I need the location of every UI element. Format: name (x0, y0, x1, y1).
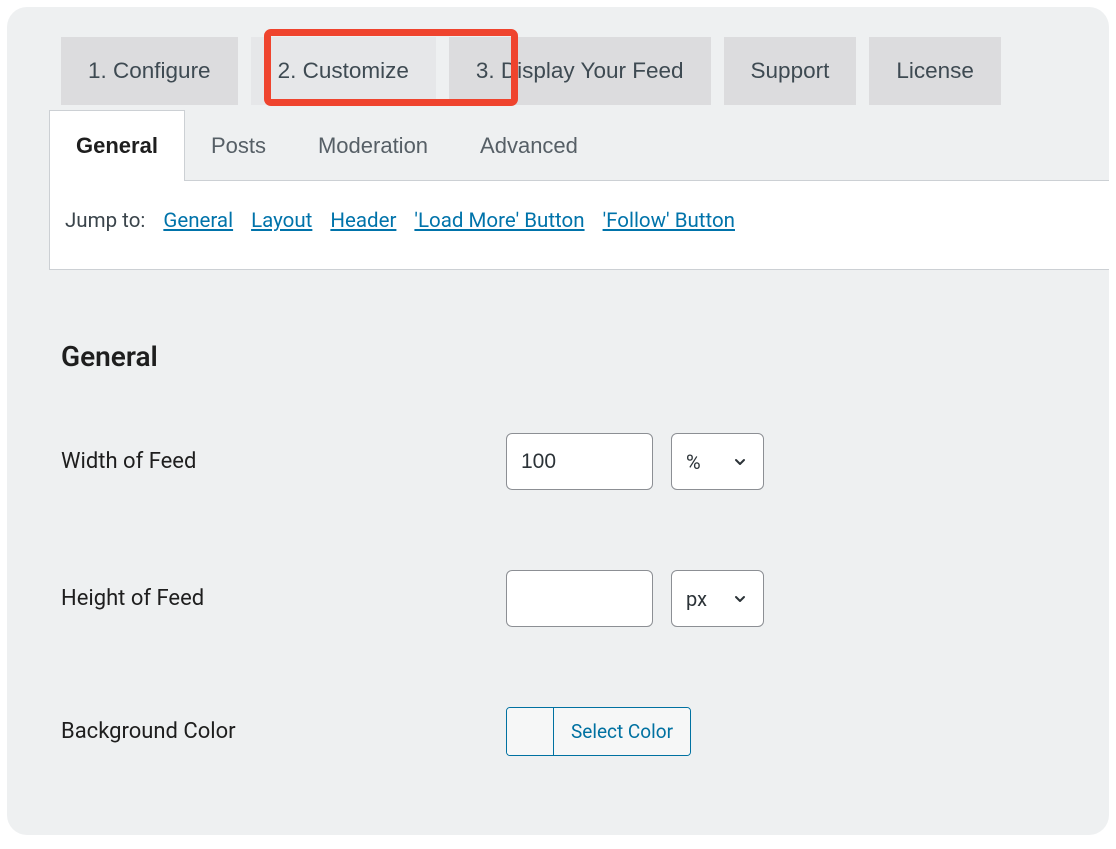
button-select-color[interactable]: Select Color (506, 707, 691, 756)
jump-link-header[interactable]: Header (330, 209, 396, 233)
controls-width-of-feed: % (506, 433, 764, 490)
label-height-of-feed: Height of Feed (61, 586, 506, 611)
settings-page: 1. Configure 2. Customize 3. Display You… (7, 7, 1109, 835)
sub-tabs: General Posts Moderation Advanced (7, 110, 1109, 181)
select-height-unit-value: px (686, 587, 707, 611)
tab-license[interactable]: License (869, 37, 1001, 105)
select-width-unit[interactable]: % (671, 433, 764, 490)
controls-background-color: Select Color (506, 707, 691, 756)
label-width-of-feed: Width of Feed (61, 449, 506, 474)
sub-tab-general[interactable]: General (49, 110, 185, 181)
input-width-value[interactable] (506, 433, 653, 490)
color-swatch-preview (507, 708, 554, 755)
row-width-of-feed: Width of Feed % (61, 433, 1055, 490)
primary-tabs: 1. Configure 2. Customize 3. Display You… (7, 7, 1109, 105)
sub-tab-moderation[interactable]: Moderation (292, 110, 454, 181)
select-width-unit-value: % (686, 450, 701, 474)
chevron-down-icon (731, 453, 749, 471)
jump-link-layout[interactable]: Layout (251, 209, 312, 233)
section-heading-general: General (61, 340, 1055, 373)
settings-content: General Width of Feed % Height of Feed p (7, 270, 1109, 756)
tab-support[interactable]: Support (724, 37, 857, 105)
tab-configure[interactable]: 1. Configure (61, 37, 238, 105)
chevron-down-icon (731, 590, 749, 608)
select-height-unit[interactable]: px (671, 570, 764, 627)
jump-to-bar: Jump to: General Layout Header 'Load Mor… (49, 180, 1109, 270)
sub-tab-posts[interactable]: Posts (185, 110, 292, 181)
jump-link-follow[interactable]: 'Follow' Button (603, 209, 735, 233)
jump-link-general[interactable]: General (163, 209, 233, 233)
row-height-of-feed: Height of Feed px (61, 570, 1055, 627)
label-background-color: Background Color (61, 719, 506, 744)
sub-tab-advanced[interactable]: Advanced (454, 110, 604, 181)
controls-height-of-feed: px (506, 570, 764, 627)
button-select-color-label: Select Color (554, 708, 690, 755)
tab-display-feed[interactable]: 3. Display Your Feed (449, 37, 711, 105)
input-height-value[interactable] (506, 570, 653, 627)
tab-customize[interactable]: 2. Customize (251, 37, 436, 105)
row-background-color: Background Color Select Color (61, 707, 1055, 756)
jump-to-label: Jump to: (65, 209, 145, 233)
jump-link-load-more[interactable]: 'Load More' Button (414, 209, 584, 233)
